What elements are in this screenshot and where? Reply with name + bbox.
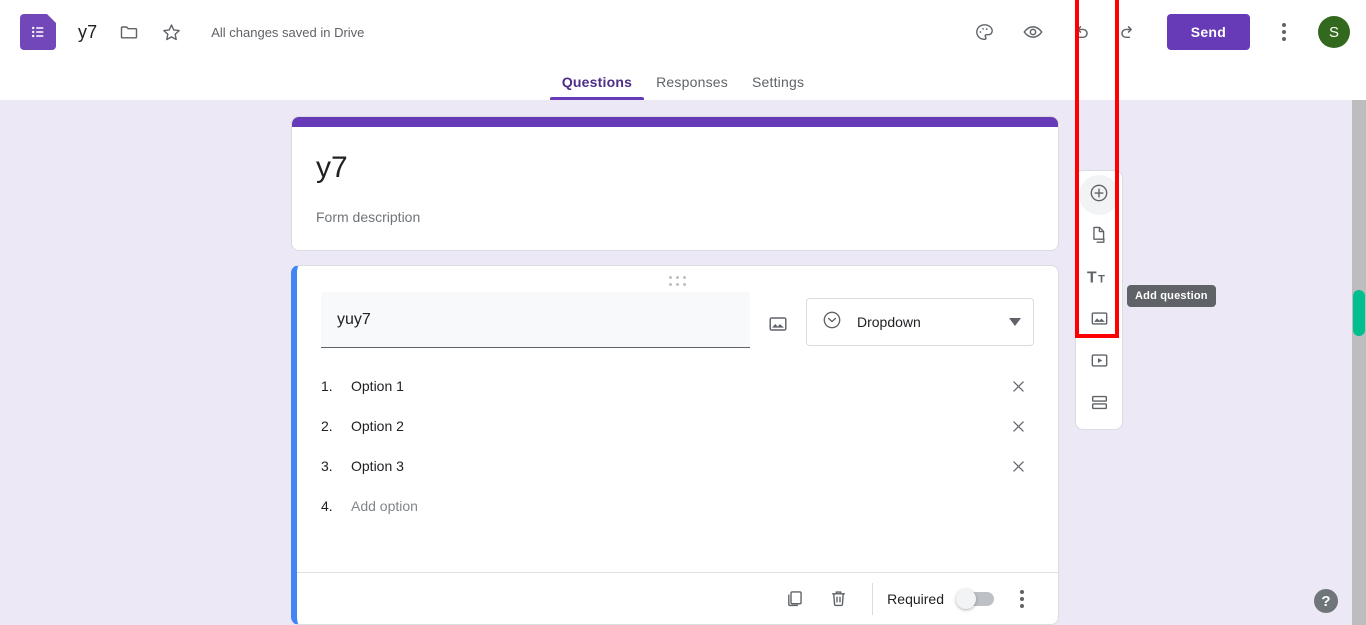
option-remove-close-icon[interactable] xyxy=(1002,370,1034,402)
add-question-button[interactable] xyxy=(1079,175,1119,215)
save-status-text: All changes saved in Drive xyxy=(211,24,365,40)
question-card[interactable]: Dropdown 1. Option 1 xyxy=(291,265,1059,625)
app-root: y7 All changes saved in Drive Send S Que… xyxy=(0,0,1366,625)
question-add-image-icon[interactable] xyxy=(758,304,798,344)
palette-icon[interactable] xyxy=(965,12,1005,52)
option-number: 4. xyxy=(321,498,333,514)
option-row[interactable]: 1. Option 1 xyxy=(321,366,1034,406)
option-label[interactable]: Option 2 xyxy=(349,414,998,438)
add-item-toolbar: T T xyxy=(1075,170,1123,430)
option-row[interactable]: 3. Option 3 xyxy=(321,446,1034,486)
option-label[interactable]: Option 3 xyxy=(349,454,998,478)
add-video-button[interactable] xyxy=(1079,343,1119,383)
top-bar: y7 All changes saved in Drive Send S xyxy=(0,0,1366,64)
add-title-button[interactable]: T T xyxy=(1079,259,1119,299)
add-title-icon: T T xyxy=(1087,267,1111,292)
add-video-icon xyxy=(1089,350,1110,376)
question-title-input[interactable] xyxy=(321,292,750,348)
redo-icon[interactable] xyxy=(1109,12,1149,52)
duplicate-question-icon[interactable] xyxy=(774,579,814,619)
chevron-down-icon xyxy=(1009,313,1021,331)
import-questions-button[interactable] xyxy=(1079,217,1119,257)
tab-settings[interactable]: Settings xyxy=(740,74,816,100)
tab-bar: Questions Responses Settings xyxy=(0,64,1366,100)
add-image-button[interactable] xyxy=(1079,301,1119,341)
add-image-icon xyxy=(1089,308,1110,334)
svg-text:T: T xyxy=(1098,273,1105,285)
import-questions-icon xyxy=(1088,224,1110,251)
help-icon[interactable]: ? xyxy=(1314,589,1338,613)
question-title-wrap xyxy=(321,292,750,348)
preview-eye-icon[interactable] xyxy=(1013,12,1053,52)
option-number: 2. xyxy=(321,418,333,434)
add-section-button[interactable] xyxy=(1079,385,1119,425)
dropdown-type-icon xyxy=(821,309,843,336)
google-forms-logo-icon[interactable] xyxy=(20,14,56,50)
form-theme-stripe xyxy=(292,117,1058,127)
option-remove-close-icon[interactable] xyxy=(1002,410,1034,442)
question-footer-toolbar: Required xyxy=(297,572,1058,624)
page-scrollbar-thumb[interactable] xyxy=(1353,290,1365,336)
option-row[interactable]: 2. Option 2 xyxy=(321,406,1034,446)
form-description[interactable]: Form description xyxy=(316,209,1034,225)
star-icon[interactable] xyxy=(151,12,191,52)
svg-text:T: T xyxy=(1087,269,1097,286)
option-number: 1. xyxy=(321,378,333,394)
form-title[interactable]: y7 xyxy=(316,149,1034,187)
add-question-tooltip: Add question xyxy=(1127,285,1216,307)
add-option-row[interactable]: 4. Add option xyxy=(321,486,1034,526)
footer-divider xyxy=(872,582,874,615)
page-scrollbar-track[interactable] xyxy=(1352,100,1366,625)
tab-questions[interactable]: Questions xyxy=(549,74,645,100)
option-remove-close-icon[interactable] xyxy=(1002,450,1034,482)
question-type-select[interactable]: Dropdown xyxy=(806,298,1034,346)
undo-icon[interactable] xyxy=(1061,12,1101,52)
move-to-folder-icon[interactable] xyxy=(109,12,149,52)
kebab-more-icon xyxy=(1020,589,1024,608)
question-type-label: Dropdown xyxy=(857,314,921,330)
topbar-actions: Send S xyxy=(965,12,1350,52)
more-options-icon[interactable] xyxy=(1264,12,1304,52)
kebab-more-icon xyxy=(1282,23,1286,41)
send-button[interactable]: Send xyxy=(1166,14,1250,50)
add-question-icon xyxy=(1088,182,1110,209)
option-number: 3. xyxy=(321,458,333,474)
options-list: 1. Option 1 2. Option 2 3. Option 3 4. A… xyxy=(297,348,1058,526)
form-header-card[interactable]: y7 Form description xyxy=(291,116,1059,251)
add-section-icon xyxy=(1089,392,1110,418)
add-option-label[interactable]: Add option xyxy=(349,494,1034,518)
required-label: Required xyxy=(887,590,944,607)
question-more-options-icon[interactable] xyxy=(1002,579,1042,619)
option-label[interactable]: Option 1 xyxy=(349,374,998,398)
drag-handle-icon[interactable] xyxy=(297,276,1058,287)
delete-question-trash-icon[interactable] xyxy=(818,579,858,619)
tab-responses[interactable]: Responses xyxy=(644,74,740,100)
form-canvas: y7 Form description yuy7 Dropdown 1. Opt… xyxy=(0,100,1352,625)
account-avatar[interactable]: S xyxy=(1318,16,1350,48)
document-title[interactable]: y7 xyxy=(78,22,97,43)
required-toggle[interactable] xyxy=(956,588,994,609)
